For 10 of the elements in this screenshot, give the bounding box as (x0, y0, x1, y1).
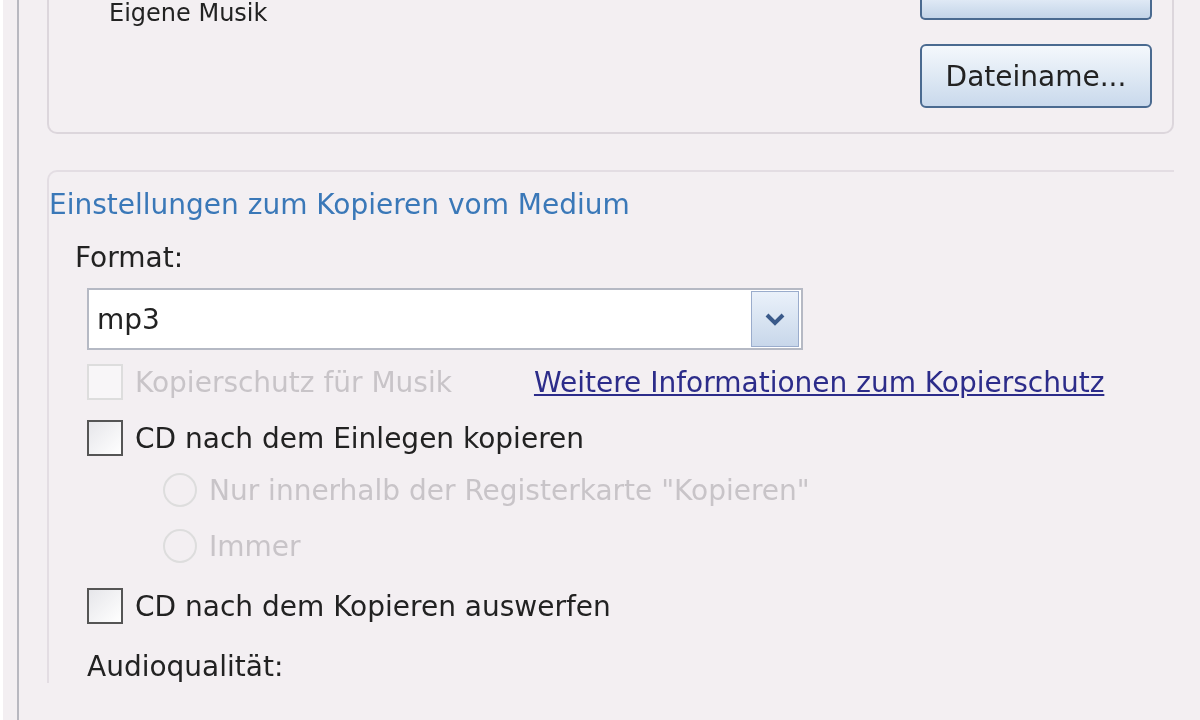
checkbox-label: CD nach dem Kopieren auswerfen (135, 589, 611, 623)
checkbox[interactable] (87, 588, 123, 624)
checkbox[interactable] (87, 420, 123, 456)
checkbox-label: CD nach dem Einlegen kopieren (135, 421, 584, 455)
format-dropdown[interactable]: mp3 (87, 288, 803, 350)
change-button[interactable] (920, 0, 1152, 20)
audio-quality-label: Audioqualität: (87, 650, 285, 683)
folder-path: Eigene Musik (109, 0, 268, 26)
format-label: Format: (75, 241, 185, 274)
filename-button[interactable]: Dateiname... (920, 44, 1152, 108)
